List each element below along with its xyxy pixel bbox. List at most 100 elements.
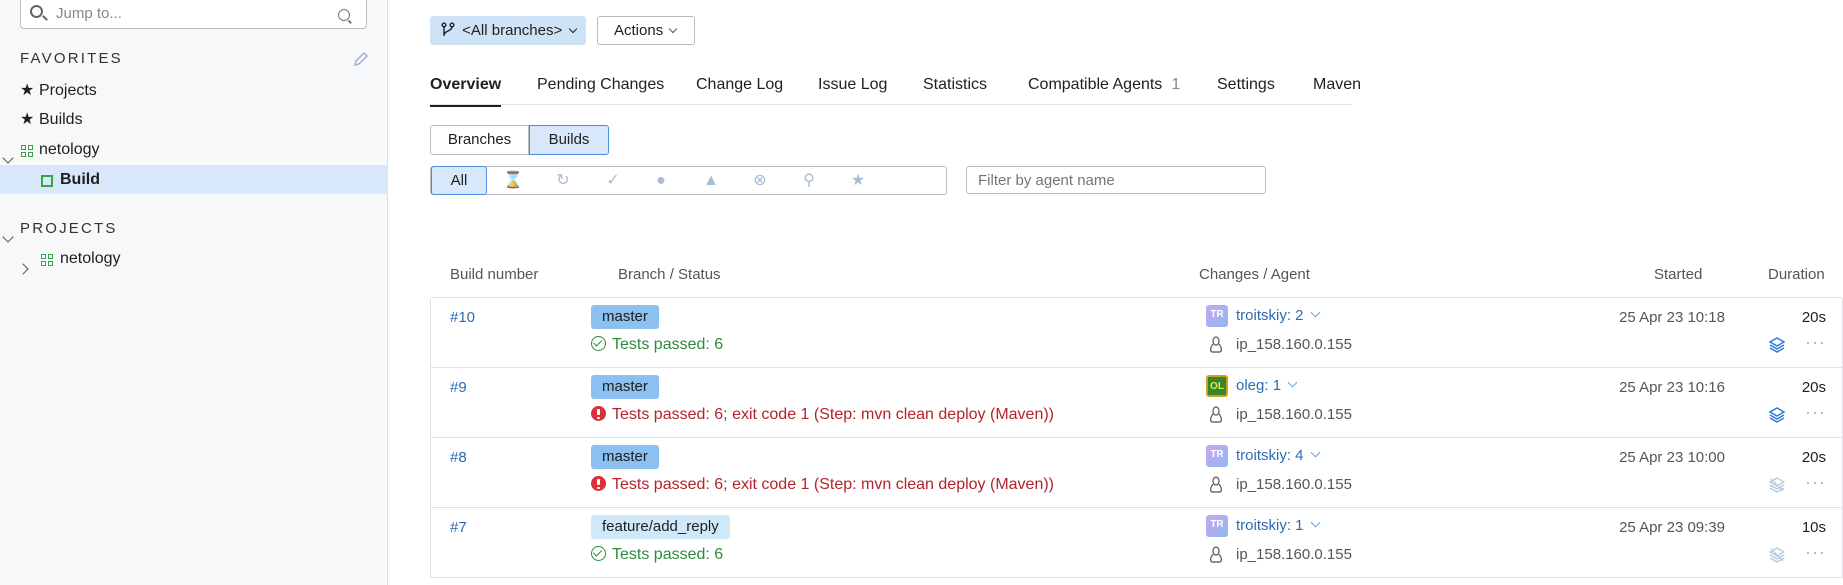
branch-tag[interactable]: master [591,305,659,329]
chevron-right-icon[interactable] [17,254,29,283]
sidebar-item-favorite-builds[interactable]: ★ Builds [0,105,388,134]
warning-icon[interactable]: ▲ [699,167,723,194]
column-header-duration[interactable]: Duration [1768,266,1825,283]
star-icon: ★ [20,111,35,128]
actions-button[interactable]: Actions [597,16,695,45]
column-header-changes-agent[interactable]: Changes / Agent [1199,266,1310,283]
query-search-icon[interactable] [338,9,350,21]
avatar: TR [1206,515,1228,537]
linux-icon [1209,406,1223,424]
more-options-icon[interactable]: ··· [1805,332,1826,353]
build-number-link[interactable]: #8 [450,449,467,466]
pin-icon[interactable]: ⚲ [797,167,821,194]
build-status-text: Tests passed: 6; exit code 1 (Step: mvn … [612,406,1054,423]
table-row[interactable]: #9 master Tests passed: 6; exit code 1 (… [431,368,1842,438]
chevron-down-icon [669,24,678,34]
view-builds-button[interactable]: Builds [529,125,609,155]
edit-favorites-pencil-icon[interactable] [352,50,372,70]
build-status[interactable]: Tests passed: 6 [591,336,723,354]
build-status-text: Tests passed: 6 [612,546,724,563]
column-header-started[interactable]: Started [1654,266,1702,283]
table-row[interactable]: #8 master Tests passed: 6; exit code 1 (… [431,438,1842,508]
failed-icon[interactable]: ● [649,167,673,194]
table-row[interactable]: #10 master Tests passed: 6 TR troitskiy:… [431,298,1842,368]
duration: 20s [1801,309,1826,326]
sidebar-item-netology[interactable]: netology [0,135,388,164]
build-number-link[interactable]: #9 [450,379,467,396]
tab-overview[interactable]: Overview [430,76,502,107]
projects-section-toggle[interactable]: PROJECTS [0,214,388,244]
success-icon[interactable]: ✓ [601,167,625,194]
more-options-icon[interactable]: ··· [1805,472,1826,493]
changes-text: oleg: 1 [1236,377,1282,394]
agent-name[interactable]: ip_158.160.0.155 [1236,336,1352,353]
column-header-branch-status[interactable]: Branch / Status [618,266,721,283]
hourglass-icon[interactable]: ⌛ [501,167,525,194]
sidebar-item-favorite-projects[interactable]: ★ Projects [0,76,388,105]
build-status[interactable]: Tests passed: 6 [591,546,723,564]
tab-compatible-agents[interactable]: Compatible Agents 1 [1028,76,1180,94]
artifacts-icon[interactable] [1768,336,1786,354]
build-config-icon [41,166,53,195]
chevron-down-icon [569,24,578,34]
no-artifacts-icon [1768,476,1786,494]
chevron-down-icon [1287,377,1298,388]
tab-statistics[interactable]: Statistics [923,76,987,94]
status-filter-bar: All ⌛ ↻ ✓ ● ▲ ⊗ ⚲ ★ [430,166,947,195]
projects-title: PROJECTS [20,220,118,237]
avatar: TR [1206,445,1228,467]
chevron-down-icon [1310,447,1320,458]
tab-label: Compatible Agents [1028,76,1163,93]
changes-link[interactable]: oleg: 1 [1236,377,1298,394]
branch-selector-button[interactable]: <All branches> [430,16,586,45]
table-row[interactable]: #7 feature/add_reply Tests passed: 6 TR … [431,508,1842,578]
cancelled-icon[interactable]: ⊗ [748,167,772,194]
duration: 20s [1801,449,1826,466]
failed-icon [591,406,606,421]
changes-link[interactable]: troitskiy: 4 [1236,447,1320,464]
changes-link[interactable]: troitskiy: 2 [1236,307,1320,324]
sidebar-item-label: netology [60,250,121,267]
build-status[interactable]: Tests passed: 6; exit code 1 (Step: mvn … [591,406,1054,424]
chevron-down-icon [1310,517,1320,528]
tab-maven[interactable]: Maven [1313,76,1361,94]
star-icon: ★ [20,82,35,99]
search-input[interactable]: Jump to... [20,0,367,29]
branch-tag[interactable]: master [591,375,659,399]
changes-link[interactable]: troitskiy: 1 [1236,517,1320,534]
branch-tag[interactable]: feature/add_reply [591,515,730,539]
agent-name-filter-input[interactable] [966,166,1266,194]
tab-bar: Overview Pending Changes Change Log Issu… [430,64,1361,107]
started-time: 25 Apr 23 10:00 [1619,449,1725,466]
filter-all-button[interactable]: All [431,166,487,195]
sidebar-item-label: Projects [39,82,97,99]
column-header-build-number[interactable]: Build number [450,266,538,283]
sidebar-item-project-netology[interactable]: netology [0,244,388,275]
more-options-icon[interactable]: ··· [1805,402,1826,423]
chevron-down-icon [1310,307,1320,318]
main-content: <All branches> Actions Overview Pending … [388,0,1843,585]
tab-count-badge: 1 [1171,76,1181,93]
artifacts-icon[interactable] [1768,406,1786,424]
started-time: 25 Apr 23 09:39 [1619,519,1725,536]
more-options-icon[interactable]: ··· [1805,542,1826,563]
agent-name[interactable]: ip_158.160.0.155 [1236,546,1352,563]
tab-change-log[interactable]: Change Log [696,76,783,94]
tab-issue-log[interactable]: Issue Log [818,76,887,94]
build-status[interactable]: Tests passed: 6; exit code 1 (Step: mvn … [591,476,1054,494]
agent-name[interactable]: ip_158.160.0.155 [1236,406,1352,423]
tab-pending-changes[interactable]: Pending Changes [537,76,664,94]
agent-name[interactable]: ip_158.160.0.155 [1236,476,1352,493]
avatar: OL [1206,375,1228,397]
tab-settings[interactable]: Settings [1217,76,1275,94]
build-number-link[interactable]: #10 [450,309,475,326]
build-number-link[interactable]: #7 [450,519,467,536]
build-status-text: Tests passed: 6; exit code 1 (Step: mvn … [612,476,1054,493]
star-icon[interactable]: ★ [846,167,870,194]
sidebar-item-build[interactable]: Build [0,165,388,194]
builds-table: #10 master Tests passed: 6 TR troitskiy:… [430,297,1843,578]
changes-text: troitskiy: 1 [1236,517,1304,534]
branch-tag[interactable]: master [591,445,659,469]
running-icon[interactable]: ↻ [551,167,575,194]
view-branches-button[interactable]: Branches [430,125,529,155]
